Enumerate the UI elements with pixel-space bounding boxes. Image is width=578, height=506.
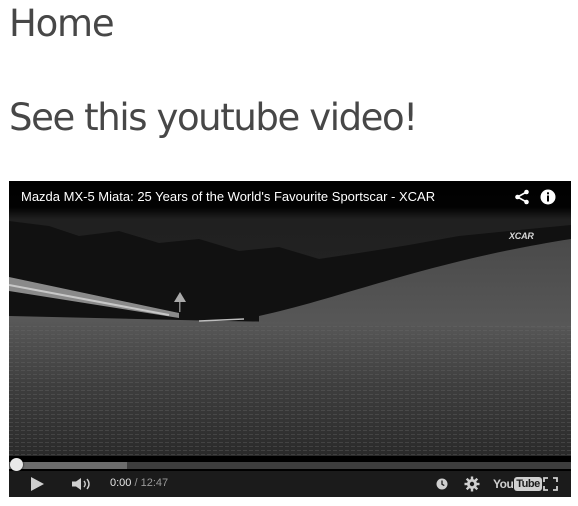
volume-icon[interactable] [71,477,93,491]
channel-watermark: XCAR [509,231,534,241]
progress-bar[interactable] [9,462,571,469]
youtube-logo[interactable]: You Tube [493,476,542,492]
page: Home See this youtube video! Mazda MX-5 … [0,0,578,506]
video-title[interactable]: Mazda MX-5 Miata: 25 Years of the World'… [21,189,435,204]
clock-icon[interactable] [436,478,448,490]
youtube-embed-player[interactable]: Mazda MX-5 Miata: 25 Years of the World'… [9,181,571,497]
duration: 12:47 [140,477,169,489]
play-icon[interactable] [30,476,45,492]
buffered-bar [9,462,127,469]
youtube-logo-tube: Tube [514,477,542,491]
section-heading: See this youtube video! [9,96,418,139]
share-icon[interactable] [514,189,530,205]
time-display: 0:00 / 12:47 [110,477,168,489]
page-title: Home [9,2,115,45]
control-bar: 0:00 / 12:47 You Tube [9,471,571,497]
fullscreen-icon[interactable] [543,477,558,491]
video-frame[interactable] [9,181,571,456]
youtube-logo-you: You [493,477,514,491]
current-time: 0:00 [110,477,132,489]
info-icon[interactable] [540,189,556,205]
title-bar: Mazda MX-5 Miata: 25 Years of the World'… [9,181,571,219]
time-separator: / [131,477,141,489]
gear-icon[interactable] [464,476,480,492]
scrubber-handle[interactable] [10,458,23,471]
